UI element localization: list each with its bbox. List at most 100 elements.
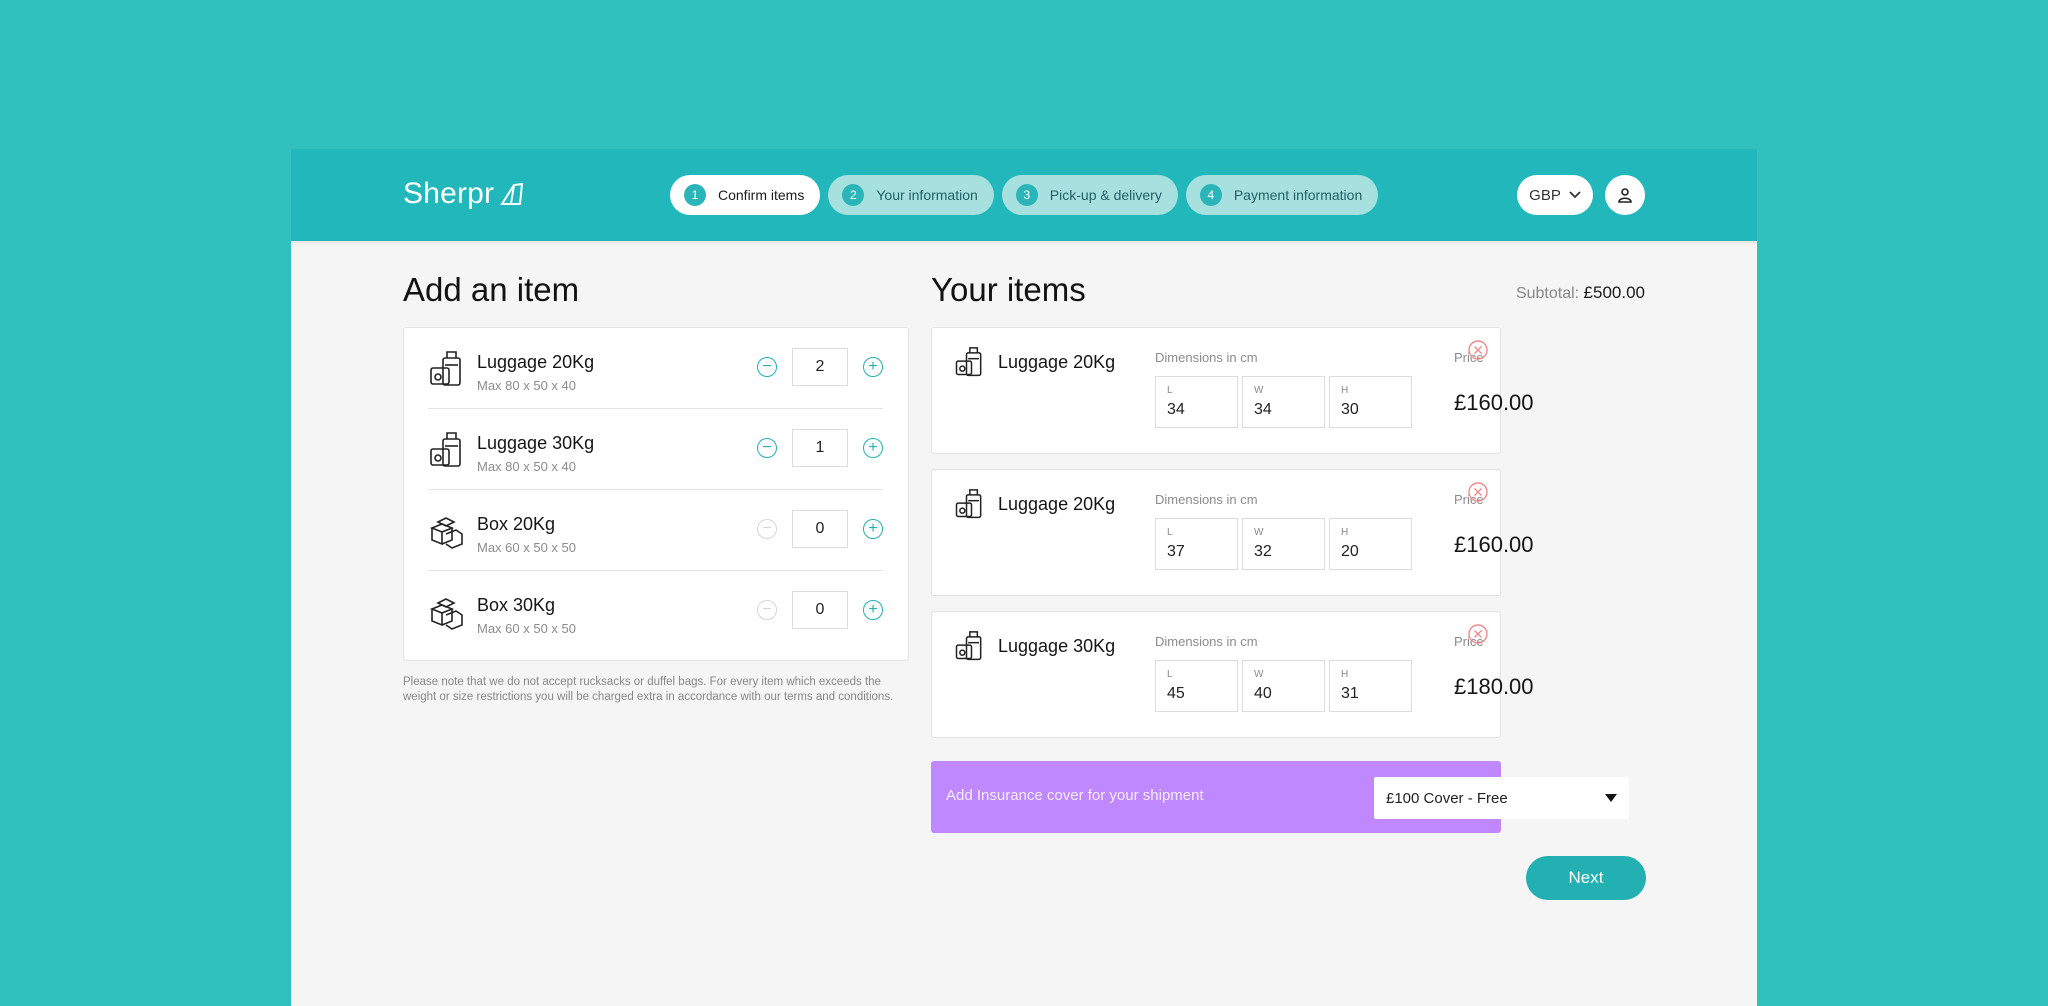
insurance-select[interactable]: £100 Cover - Free (1374, 777, 1629, 819)
width-key: W (1254, 669, 1264, 680)
decrement-button[interactable]: − (757, 519, 777, 539)
add-item-row: Box 20Kg Max 60 x 50 x 50 − 0 + (428, 490, 883, 571)
chevron-down-icon (1569, 191, 1581, 199)
close-circle-icon (1468, 340, 1488, 360)
item-size: Max 80 x 50 x 40 (477, 459, 576, 474)
length-key: L (1167, 385, 1173, 396)
quantity-field[interactable]: 2 (792, 348, 848, 386)
luggage-icon (428, 431, 464, 474)
dimensions-label: Dimensions in cm (1155, 634, 1258, 649)
add-item-row: Luggage 30Kg Max 80 x 50 x 40 − 1 + (428, 409, 883, 490)
width-value: 40 (1254, 685, 1272, 702)
subtotal-label: Subtotal: (1515, 285, 1580, 302)
height-field[interactable]: H 30 (1329, 376, 1412, 428)
increment-button[interactable]: + (863, 519, 883, 539)
add-item-heading: Add an item (403, 271, 580, 308)
add-item-card: Luggage 20Kg Max 80 x 50 x 40 − 2 + Lugg… (403, 327, 909, 661)
width-value: 34 (1254, 401, 1272, 418)
increment-button[interactable]: + (863, 357, 883, 377)
item-card: Luggage 20Kg Dimensions in cm L 34 W 34 H 3… (931, 327, 1534, 454)
height-key: H (1341, 385, 1349, 396)
step-number: 4 (1199, 184, 1222, 206)
your-items-heading: Your items (931, 271, 1086, 308)
subtotal: Subtotal: £500.00 (1516, 283, 1645, 303)
step-pickup-delivery[interactable]: 3 Pick-up & delivery (1001, 175, 1178, 215)
item-name: Luggage 30Kg (477, 433, 595, 453)
add-item-row: Box 30Kg Max 60 x 50 x 50 − 0 + (428, 571, 883, 651)
insurance-banner: Add Insurance cover for your shipment £1… (931, 761, 1629, 833)
logo-text: Sherpr (403, 177, 495, 210)
currency-select[interactable]: GBP (1517, 175, 1593, 215)
decrement-button[interactable]: − (757, 357, 777, 377)
quantity-field[interactable]: 0 (792, 510, 848, 548)
next-button[interactable]: Next (1526, 856, 1646, 900)
width-value: 32 (1254, 543, 1272, 560)
item-price: £180.00 (1454, 674, 1534, 699)
chevron-down-icon (1605, 794, 1617, 802)
remove-item-button[interactable] (1468, 482, 1488, 507)
box-icon (428, 593, 464, 636)
item-name: Luggage 20Kg (477, 352, 595, 372)
step-confirm-items[interactable]: 1 Confirm items (670, 175, 821, 215)
dimensions-inputs: L 37 W 32 H 20 (1155, 518, 1412, 570)
dimensions-label: Dimensions in cm (1155, 350, 1258, 365)
quantity-stepper: − 0 + (757, 510, 883, 548)
quantity-field[interactable]: 1 (792, 429, 848, 467)
app-window: Sherpr 1 Confirm items 2 Your informatio… (291, 149, 1757, 1006)
step-number: 2 (842, 184, 865, 206)
user-icon (1618, 188, 1632, 203)
length-key: L (1167, 527, 1173, 538)
remove-item-button[interactable] (1468, 340, 1488, 365)
length-value: 34 (1167, 401, 1185, 418)
subtotal-value: £500.00 (1583, 283, 1645, 302)
item-card: Luggage 20Kg Dimensions in cm L 37 W 32 H 2… (931, 469, 1534, 596)
step-label: Pick-up & delivery (1049, 187, 1162, 203)
height-value: 30 (1341, 401, 1359, 418)
step-label: Payment information (1233, 187, 1363, 203)
width-field[interactable]: W 40 (1242, 660, 1325, 712)
height-field[interactable]: H 31 (1329, 660, 1412, 712)
remove-item-button[interactable] (1468, 624, 1488, 649)
item-name: Box 30Kg (477, 595, 556, 615)
dimensions-inputs: L 45 W 40 H 31 (1155, 660, 1412, 712)
height-key: H (1341, 669, 1349, 680)
width-field[interactable]: W 32 (1242, 518, 1325, 570)
step-payment-information[interactable]: 4 Payment information (1185, 175, 1379, 215)
increment-button[interactable]: + (863, 600, 883, 620)
decrement-button[interactable]: − (757, 600, 777, 620)
item-size: Max 60 x 50 x 50 (477, 540, 576, 555)
width-field[interactable]: W 34 (1242, 376, 1325, 428)
item-price: £160.00 (1454, 532, 1534, 557)
insurance-selected-value: £100 Cover - Free (1386, 789, 1508, 807)
length-field[interactable]: L 45 (1155, 660, 1238, 712)
quantity-stepper: − 1 + (757, 429, 883, 467)
step-number: 1 (684, 184, 706, 206)
width-key: W (1254, 527, 1264, 538)
step-label: Confirm items (718, 187, 805, 203)
luggage-icon (954, 346, 984, 383)
length-key: L (1167, 669, 1173, 680)
item-name: Luggage 20Kg (998, 352, 1116, 372)
item-name: Box 20Kg (477, 514, 556, 534)
increment-button[interactable]: + (863, 438, 883, 458)
step-label: Your information (876, 187, 978, 203)
item-name: Luggage 30Kg (998, 636, 1116, 656)
length-field[interactable]: L 37 (1155, 518, 1238, 570)
dimensions-label: Dimensions in cm (1155, 492, 1258, 507)
decrement-button[interactable]: − (757, 438, 777, 458)
length-field[interactable]: L 34 (1155, 376, 1238, 428)
user-account-button[interactable] (1605, 175, 1645, 215)
logo[interactable]: Sherpr (403, 177, 526, 211)
width-key: W (1254, 385, 1264, 396)
quantity-field[interactable]: 0 (792, 591, 848, 629)
item-price: £160.00 (1454, 390, 1534, 415)
insurance-label: Add Insurance cover for your shipment (946, 787, 1204, 804)
checkout-steps: 1 Confirm items 2 Your information 3 Pic… (670, 175, 1379, 215)
height-key: H (1341, 527, 1349, 538)
length-value: 45 (1167, 685, 1185, 702)
luggage-icon (954, 630, 984, 667)
sail-logo-icon (500, 182, 524, 205)
height-value: 31 (1341, 685, 1359, 702)
height-field[interactable]: H 20 (1329, 518, 1412, 570)
step-your-information[interactable]: 2 Your information (828, 175, 994, 215)
